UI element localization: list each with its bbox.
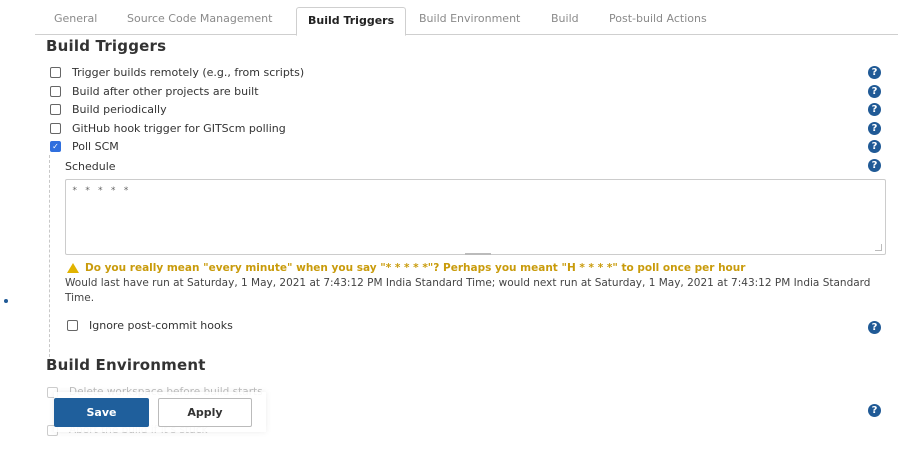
build-periodically-checkbox[interactable]: [50, 103, 61, 115]
github-hook-option[interactable]: GitHub hook trigger for GITScm polling: [50, 119, 286, 137]
tab-build-triggers[interactable]: Build Triggers: [296, 7, 407, 36]
page-marker: [4, 299, 8, 303]
textarea-drag-bar[interactable]: [465, 253, 491, 255]
tab-source-code-management[interactable]: Source Code Management: [127, 8, 272, 34]
help-icon[interactable]: ?: [868, 404, 881, 417]
warning-icon: [67, 263, 79, 273]
build-after-label: Build after other projects are built: [72, 84, 259, 98]
github-hook-label: GitHub hook trigger for GITScm polling: [72, 121, 286, 135]
help-icon[interactable]: ?: [868, 85, 881, 98]
trigger-remote-label: Trigger builds remotely (e.g., from scri…: [72, 65, 305, 79]
ignore-post-commit-option[interactable]: Ignore post-commit hooks: [67, 319, 233, 332]
help-icon[interactable]: ?: [868, 122, 881, 135]
help-icon[interactable]: ?: [868, 140, 881, 153]
build-periodically-label: Build periodically: [72, 102, 167, 116]
poll-scm-label: Poll SCM: [72, 139, 119, 153]
build-environment-heading: Build Environment: [46, 356, 206, 374]
build-after-checkbox[interactable]: [50, 85, 61, 97]
build-triggers-heading: Build Triggers: [46, 37, 167, 55]
schedule-warning: Do you really mean "every minute" when y…: [67, 262, 745, 274]
resize-grip-icon[interactable]: [875, 244, 882, 251]
schedule-value: * * * * *: [72, 186, 130, 196]
warning-text: Do you really mean "every minute" when y…: [85, 262, 746, 274]
build-after-option[interactable]: Build after other projects are built: [50, 82, 259, 100]
help-icon[interactable]: ?: [868, 159, 881, 172]
nested-section-divider: [49, 155, 50, 367]
help-icon[interactable]: ?: [868, 103, 881, 116]
schedule-label: Schedule: [65, 160, 116, 173]
schedule-textarea[interactable]: * * * * *: [65, 179, 886, 255]
trigger-remote-checkbox[interactable]: [50, 66, 61, 78]
tab-build-environment[interactable]: Build Environment: [419, 8, 520, 34]
trigger-remote-option[interactable]: Trigger builds remotely (e.g., from scri…: [50, 63, 304, 81]
apply-button[interactable]: Apply: [158, 398, 252, 427]
tab-post-build-actions[interactable]: Post-build Actions: [609, 8, 707, 34]
save-button[interactable]: Save: [54, 398, 149, 427]
schedule-run-note: Would last have run at Saturday, 1 May, …: [65, 277, 871, 304]
github-hook-checkbox[interactable]: [50, 122, 61, 134]
tab-bar: General Source Code Management Build Tri…: [35, 0, 898, 36]
help-icon[interactable]: ?: [868, 66, 881, 79]
ignore-post-commit-checkbox[interactable]: [67, 320, 78, 331]
help-icon[interactable]: ?: [868, 321, 881, 334]
ignore-post-commit-label: Ignore post-commit hooks: [89, 319, 233, 332]
tab-general[interactable]: General: [54, 8, 97, 34]
poll-scm-option[interactable]: ✓ Poll SCM: [50, 137, 119, 155]
tab-build[interactable]: Build: [551, 8, 579, 34]
build-periodically-option[interactable]: Build periodically: [50, 100, 167, 118]
poll-scm-checkbox[interactable]: ✓: [50, 140, 61, 152]
config-panel: General Source Code Management Build Tri…: [35, 0, 898, 436]
